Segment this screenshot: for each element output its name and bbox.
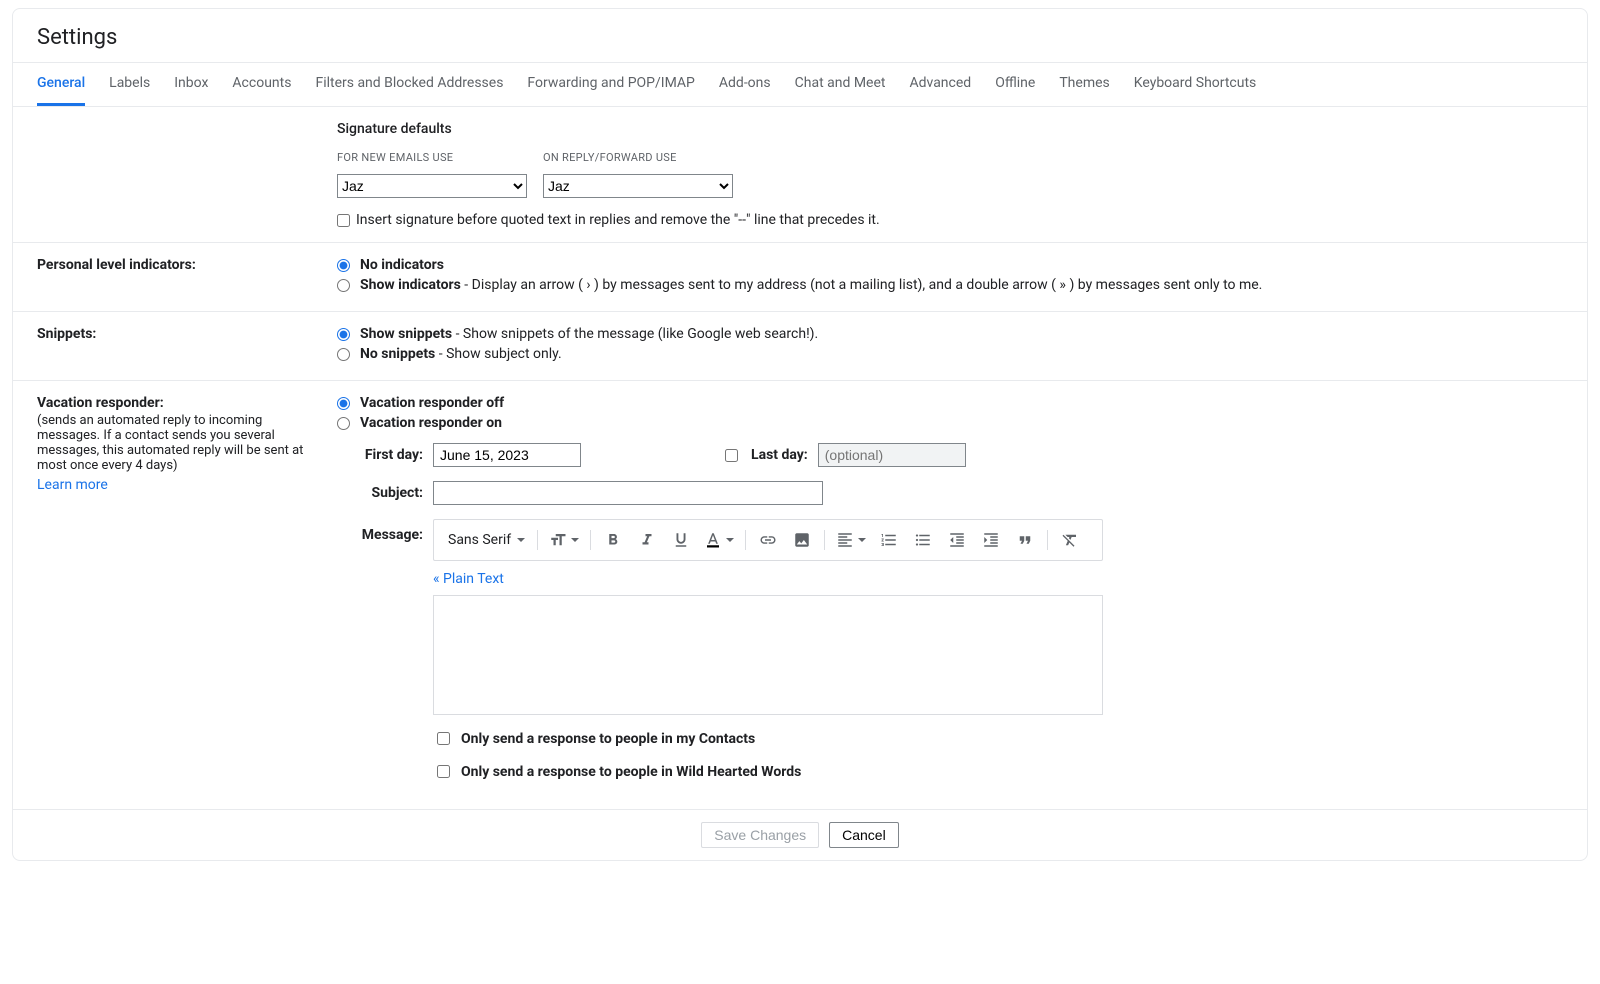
last-day-input[interactable] [818,443,966,467]
bold-icon [604,531,622,549]
link-button[interactable] [752,526,784,554]
cancel-button[interactable]: Cancel [829,822,899,848]
section-snippets: Snippets: Show snippets - Show snippets … [13,312,1587,381]
section-signature-defaults: Signature defaults FOR NEW EMAILS USE Ja… [13,107,1587,243]
vacation-on-radio[interactable] [337,417,350,430]
remove-formatting-button[interactable] [1054,526,1086,554]
first-day-input[interactable] [433,443,581,467]
new-emails-use-label: FOR NEW EMAILS USE [337,151,527,164]
subject-label: Subject: [353,485,423,501]
show-snippets-label: Show snippets [360,326,452,342]
no-indicators-label: No indicators [360,257,444,273]
underline-button[interactable] [665,526,697,554]
underline-icon [672,531,690,549]
tab-offline[interactable]: Offline [995,63,1035,106]
show-snippets-radio[interactable] [337,328,350,341]
new-emails-signature-select[interactable]: Jaz [337,174,527,198]
image-icon [793,531,811,549]
tab-filters[interactable]: Filters and Blocked Addresses [315,63,503,106]
insert-signature-label: Insert signature before quoted text in r… [356,212,880,228]
reply-forward-signature-select[interactable]: Jaz [543,174,733,198]
reply-forward-use-label: ON REPLY/FORWARD USE [543,151,733,164]
show-indicators-desc: - Display an arrow ( › ) by messages sen… [461,277,1263,293]
vacation-off-radio[interactable] [337,397,350,410]
font-family-dropdown[interactable]: Sans Serif [442,530,531,550]
bulleted-list-button[interactable] [907,526,939,554]
no-snippets-desc: - Show subject only. [435,346,561,362]
snippets-title: Snippets: [37,326,317,342]
contacts-only-label: Only send a response to people in my Con… [461,731,755,747]
numbered-list-button[interactable] [873,526,905,554]
numbered-list-icon [880,531,898,549]
caret-down-icon [571,538,579,542]
caret-down-icon [726,538,734,542]
signature-defaults-title: Signature defaults [337,121,1563,137]
save-button[interactable]: Save Changes [701,822,819,848]
align-icon [836,531,854,549]
show-indicators-label: Show indicators [360,277,461,293]
indent-more-button[interactable] [975,526,1007,554]
section-personal-level: Personal level indicators: No indicators… [13,243,1587,312]
no-snippets-radio[interactable] [337,348,350,361]
vacation-off-label: Vacation responder off [360,395,504,411]
subject-input[interactable] [433,481,823,505]
vacation-desc: (sends an automated reply to incoming me… [37,413,317,473]
indent-more-icon [982,531,1000,549]
indent-less-icon [948,531,966,549]
vacation-title: Vacation responder: [37,395,317,411]
message-toolbar: Sans Serif [433,519,1103,561]
indent-less-button[interactable] [941,526,973,554]
domain-only-label: Only send a response to people in Wild H… [461,764,801,780]
tab-general[interactable]: General [37,63,85,106]
vacation-on-label: Vacation responder on [360,415,502,431]
tab-chat[interactable]: Chat and Meet [795,63,886,106]
contacts-only-checkbox[interactable] [437,732,450,745]
text-color-button[interactable] [699,526,739,554]
last-day-label: Last day: [751,447,808,463]
no-snippets-label: No snippets [360,346,435,362]
italic-icon [638,531,656,549]
quote-icon [1016,531,1034,549]
font-family-label: Sans Serif [448,532,511,548]
tabs-bar: General Labels Inbox Accounts Filters an… [13,62,1587,107]
plain-text-link[interactable]: « Plain Text [433,571,1103,587]
tab-addons[interactable]: Add-ons [719,63,771,106]
tab-keyboard[interactable]: Keyboard Shortcuts [1134,63,1257,106]
page-title: Settings [13,9,1587,62]
show-indicators-radio[interactable] [337,279,350,292]
image-button[interactable] [786,526,818,554]
last-day-checkbox[interactable] [725,449,738,462]
tab-advanced[interactable]: Advanced [909,63,971,106]
tab-forwarding[interactable]: Forwarding and POP/IMAP [527,63,694,106]
first-day-label: First day: [353,447,423,463]
bulleted-list-icon [914,531,932,549]
bold-button[interactable] [597,526,629,554]
remove-formatting-icon [1061,531,1079,549]
align-button[interactable] [831,526,871,554]
insert-signature-checkbox[interactable] [337,214,350,227]
personal-level-title: Personal level indicators: [37,257,317,273]
footer: Save Changes Cancel [13,809,1587,860]
font-size-icon [549,531,567,549]
tab-accounts[interactable]: Accounts [232,63,291,106]
tab-labels[interactable]: Labels [109,63,150,106]
show-snippets-desc: - Show snippets of the message (like Goo… [452,326,818,342]
quote-button[interactable] [1009,526,1041,554]
italic-button[interactable] [631,526,663,554]
no-indicators-radio[interactable] [337,259,350,272]
caret-down-icon [858,538,866,542]
link-icon [759,531,777,549]
message-label: Message: [353,519,423,543]
vacation-learn-more-link[interactable]: Learn more [37,477,108,493]
text-color-icon [704,531,722,549]
message-body[interactable] [433,595,1103,715]
font-size-button[interactable] [544,526,584,554]
domain-only-checkbox[interactable] [437,765,450,778]
caret-down-icon [517,538,525,542]
section-vacation: Vacation responder: (sends an automated … [13,381,1587,809]
tab-themes[interactable]: Themes [1059,63,1109,106]
tab-inbox[interactable]: Inbox [174,63,208,106]
